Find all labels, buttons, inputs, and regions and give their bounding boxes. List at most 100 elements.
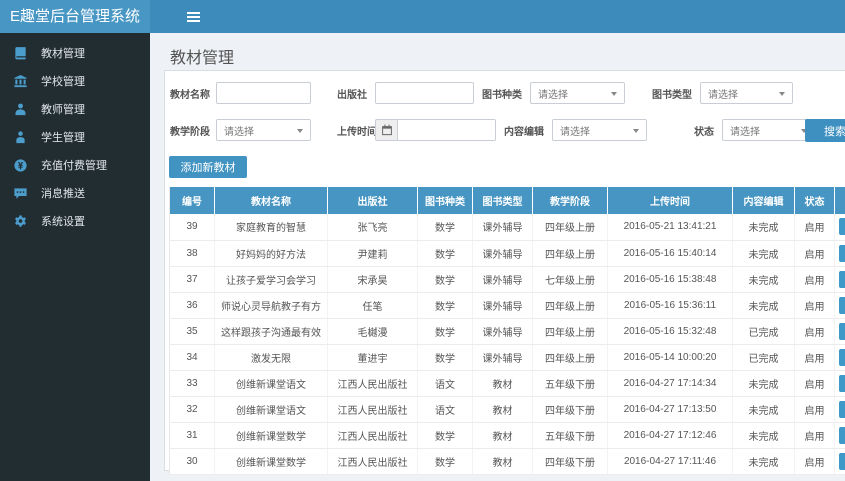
sidebar-item-label: 消息推送 <box>41 188 85 200</box>
book-icon <box>13 46 28 61</box>
table-cell-actions <box>834 370 845 397</box>
table-cell: 36 <box>169 292 215 319</box>
table-cell: 四年级下册 <box>532 448 608 475</box>
row-action-button[interactable] <box>839 348 845 366</box>
search-button[interactable]: 搜索 <box>805 119 845 142</box>
table-cell: 课外辅导 <box>472 214 533 241</box>
table-cell: 启用 <box>794 292 835 319</box>
row-action-button[interactable] <box>839 322 845 340</box>
table-cell: 课外辅导 <box>472 266 533 293</box>
column-header-3: 图书种类 <box>417 187 473 214</box>
table-row: 38 好妈妈的好方法 尹建莉 数学 课外辅导 四年级上册 2016-05-16 15:40:… <box>169 240 845 267</box>
row-action-button[interactable] <box>839 270 845 288</box>
table-row: 39 家庭教育的智慧 张飞亮 数学 课外辅导 四年级上册 2016-05-21 13:41:… <box>169 214 845 241</box>
table-cell: 创维新课堂数学 <box>214 422 328 449</box>
publisher-input[interactable] <box>375 82 474 104</box>
table-cell: 四年级上册 <box>532 214 608 241</box>
table-cell: 2016-05-16 15:38:48 <box>607 266 733 293</box>
sidebar-item-textbook[interactable]: 教材管理 <box>0 39 150 67</box>
table-cell: 教材 <box>472 448 533 475</box>
student-icon <box>13 130 28 145</box>
filter-label-name: 教材名称 <box>170 89 210 101</box>
sidebar-toggle-icon[interactable] <box>178 0 208 33</box>
table-cell: 启用 <box>794 214 835 241</box>
table-cell-actions <box>834 318 845 345</box>
upload-time-input[interactable] <box>397 119 496 141</box>
sidebar-item-payment[interactable]: 充值付费管理 <box>0 151 150 179</box>
name-input[interactable] <box>216 82 311 104</box>
table-row: 30 创维新课堂数学 江西人民出版社 数学 教材 四年级下册 2016-04-27 17:1… <box>169 448 845 475</box>
filter-field-book-kind: 图书种类 请选择 <box>482 82 625 104</box>
stage-select[interactable]: 请选择 <box>216 119 311 141</box>
column-header-5: 教学阶段 <box>532 187 608 214</box>
table-cell: 江西人民出版社 <box>327 396 418 423</box>
table-cell: 启用 <box>794 240 835 267</box>
content-panel: 教材名称 出版社 图书种类 请选择 图书类型 请选择 教学阶段 请选择 上传时间 内容编辑 请选择状… <box>164 70 845 475</box>
table-cell: 31 <box>169 422 215 449</box>
table-cell: 30 <box>169 448 215 475</box>
table-cell: 激发无限 <box>214 344 328 371</box>
table-cell: 37 <box>169 266 215 293</box>
calendar-icon[interactable] <box>375 119 397 141</box>
table-cell: 创维新课堂语文 <box>214 396 328 423</box>
row-action-button[interactable] <box>839 452 845 470</box>
editor-select[interactable]: 请选择 <box>552 119 647 141</box>
chevron-down-icon <box>779 92 785 96</box>
chevron-down-icon <box>297 129 303 133</box>
column-header-2: 出版社 <box>327 187 418 214</box>
filter-row: 教材名称 出版社 图书种类 请选择 图书类型 请选择 <box>170 82 845 104</box>
sidebar-item-label: 学校管理 <box>41 76 85 88</box>
table-cell: 教材 <box>472 396 533 423</box>
book-kind-select[interactable]: 请选择 <box>530 82 625 104</box>
table-cell: 已完成 <box>732 344 795 371</box>
row-action-button[interactable] <box>839 296 845 314</box>
sidebar-item-message[interactable]: 消息推送 <box>0 179 150 207</box>
table-cell-actions <box>834 396 845 423</box>
chevron-down-icon <box>611 92 617 96</box>
table-cell: 数学 <box>417 448 473 475</box>
sidebar-item-school[interactable]: 学校管理 <box>0 67 150 95</box>
status-select[interactable]: 请选择 <box>722 119 815 141</box>
table-cell: 2016-04-27 17:14:34 <box>607 370 733 397</box>
table-cell: 数学 <box>417 344 473 371</box>
chevron-down-icon <box>633 129 639 133</box>
table-cell: 数学 <box>417 240 473 267</box>
table-cell: 2016-05-16 15:32:48 <box>607 318 733 345</box>
table-cell: 2016-04-27 17:13:50 <box>607 396 733 423</box>
table-row: 36 师说心灵导航教子有方 任笔 数学 课外辅导 四年级上册 2016-05-16 15:3… <box>169 292 845 319</box>
table-cell: 35 <box>169 318 215 345</box>
add-textbook-button[interactable]: 添加新教材 <box>169 156 247 178</box>
sidebar-item-student[interactable]: 学生管理 <box>0 123 150 151</box>
table-cell: 38 <box>169 240 215 267</box>
teacher-icon <box>13 102 28 117</box>
page-title: 教材管理 <box>170 50 235 67</box>
row-action-button[interactable] <box>839 374 845 392</box>
table-cell: 39 <box>169 214 215 241</box>
book-type-select-value: 请选择 <box>708 89 738 101</box>
row-action-button[interactable] <box>839 426 845 444</box>
table-cell: 未完成 <box>732 448 795 475</box>
row-action-button[interactable] <box>839 218 845 236</box>
sidebar-item-teacher[interactable]: 教师管理 <box>0 95 150 123</box>
table-cell: 五年级下册 <box>532 370 608 397</box>
book-type-select[interactable]: 请选择 <box>700 82 793 104</box>
sidebar-item-label: 充值付费管理 <box>41 160 107 172</box>
gear-icon <box>13 214 28 229</box>
book-kind-select-value: 请选择 <box>538 89 568 101</box>
sidebar-item-settings[interactable]: 系统设置 <box>0 207 150 235</box>
table-cell: 课外辅导 <box>472 318 533 345</box>
row-action-button[interactable] <box>839 244 845 262</box>
filter-field-status: 状态 请选择 <box>674 119 815 141</box>
table-cell: 2016-05-16 15:36:11 <box>607 292 733 319</box>
app-logo[interactable]: E趣堂后台管理系统 <box>0 0 150 33</box>
column-header-6: 上传时间 <box>607 187 733 214</box>
comment-icon <box>13 186 28 201</box>
table-cell: 数学 <box>417 214 473 241</box>
table-cell: 四年级上册 <box>532 344 608 371</box>
table-row: 31 创维新课堂数学 江西人民出版社 数学 教材 五年级下册 2016-04-27 17:1… <box>169 422 845 449</box>
table-cell-actions <box>834 422 845 449</box>
table-cell: 四年级上册 <box>532 292 608 319</box>
table-cell: 启用 <box>794 266 835 293</box>
row-action-button[interactable] <box>839 400 845 418</box>
table-cell: 启用 <box>794 422 835 449</box>
